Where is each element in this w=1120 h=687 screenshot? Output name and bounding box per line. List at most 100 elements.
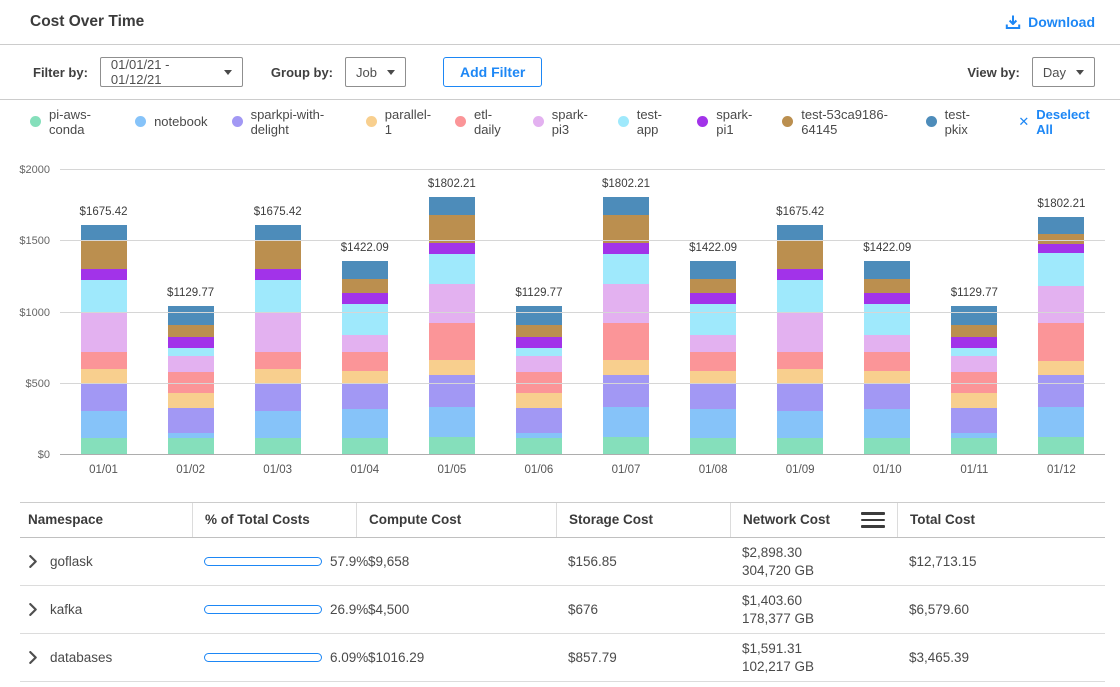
- bar-segment-etl-daily[interactable]: [864, 352, 910, 370]
- column-header-pct-total-costs[interactable]: % of Total Costs: [192, 503, 356, 537]
- column-header-network-cost[interactable]: Network Cost: [730, 503, 897, 537]
- namespace-cell[interactable]: databases: [20, 634, 192, 681]
- bar-segment-test-pkix[interactable]: [255, 225, 301, 241]
- bar-segment-spark-pi1[interactable]: [255, 269, 301, 279]
- bar-segment-etl-daily[interactable]: [342, 352, 388, 370]
- bar-segment-parallel-1[interactable]: [516, 393, 562, 407]
- bar-segment-sparkpi-with-delight[interactable]: [342, 384, 388, 409]
- bar-segment-test-pkix[interactable]: [777, 225, 823, 241]
- bar-segment-test-pkix[interactable]: [516, 306, 562, 325]
- bar-segment-spark-pi3[interactable]: [864, 335, 910, 352]
- bar-segment-spark-pi1[interactable]: [342, 293, 388, 304]
- stacked-bar-01/10[interactable]: [864, 261, 910, 455]
- bar-segment-pi-aws-conda[interactable]: [1038, 437, 1084, 455]
- bar-segment-test-app[interactable]: [777, 280, 823, 312]
- bar-segment-pi-aws-conda[interactable]: [864, 438, 910, 455]
- stacked-bar-01/11[interactable]: [951, 306, 997, 455]
- bar-segment-test-53ca9186-64145[interactable]: [864, 279, 910, 292]
- bar-segment-test-53ca9186-64145[interactable]: [255, 241, 301, 269]
- legend-item-spark-pi1[interactable]: spark-pi1: [697, 107, 758, 137]
- bar-segment-spark-pi1[interactable]: [168, 337, 214, 348]
- stacked-bar-01/01[interactable]: [81, 225, 127, 455]
- bar-segment-etl-daily[interactable]: [1038, 323, 1084, 361]
- bar-segment-pi-aws-conda[interactable]: [777, 438, 823, 455]
- bar-segment-spark-pi3[interactable]: [168, 356, 214, 372]
- column-header-compute-cost[interactable]: Compute Cost: [356, 503, 556, 537]
- stacked-bar-01/12[interactable]: [1038, 217, 1084, 455]
- add-filter-button[interactable]: Add Filter: [443, 57, 542, 87]
- bar-segment-test-53ca9186-64145[interactable]: [429, 215, 475, 243]
- bar-segment-notebook[interactable]: [777, 411, 823, 438]
- bar-segment-pi-aws-conda[interactable]: [690, 438, 736, 455]
- bar-segment-test-53ca9186-64145[interactable]: [951, 325, 997, 337]
- bar-segment-pi-aws-conda[interactable]: [81, 438, 127, 455]
- bar-segment-spark-pi1[interactable]: [951, 337, 997, 348]
- bar-segment-spark-pi1[interactable]: [1038, 244, 1084, 252]
- bar-segment-parallel-1[interactable]: [603, 360, 649, 376]
- view-by-dropdown[interactable]: Day: [1032, 57, 1095, 87]
- bar-segment-spark-pi3[interactable]: [690, 335, 736, 352]
- bar-segment-pi-aws-conda[interactable]: [603, 437, 649, 455]
- bar-segment-spark-pi3[interactable]: [342, 335, 388, 352]
- bar-segment-test-pkix[interactable]: [864, 261, 910, 279]
- column-header-storage-cost[interactable]: Storage Cost: [556, 503, 730, 537]
- bar-segment-sparkpi-with-delight[interactable]: [255, 384, 301, 411]
- bar-segment-test-app[interactable]: [603, 254, 649, 284]
- bar-segment-test-app[interactable]: [516, 348, 562, 355]
- bar-segment-spark-pi1[interactable]: [81, 269, 127, 279]
- legend-item-etl-daily[interactable]: etl-daily: [455, 107, 509, 137]
- bar-segment-pi-aws-conda[interactable]: [342, 438, 388, 455]
- bar-segment-etl-daily[interactable]: [81, 352, 127, 369]
- bar-segment-sparkpi-with-delight[interactable]: [603, 375, 649, 407]
- bar-segment-etl-daily[interactable]: [690, 352, 736, 370]
- bar-segment-test-pkix[interactable]: [81, 225, 127, 241]
- bar-segment-test-app[interactable]: [81, 280, 127, 312]
- bar-segment-sparkpi-with-delight[interactable]: [168, 408, 214, 433]
- bar-segment-notebook[interactable]: [864, 409, 910, 438]
- bar-segment-pi-aws-conda[interactable]: [168, 438, 214, 455]
- bar-segment-parallel-1[interactable]: [168, 393, 214, 407]
- bar-segment-test-pkix[interactable]: [690, 261, 736, 279]
- bar-segment-etl-daily[interactable]: [777, 352, 823, 369]
- legend-item-test-pkix[interactable]: test-pkix: [926, 107, 983, 137]
- bar-segment-spark-pi3[interactable]: [255, 312, 301, 352]
- bar-segment-test-pkix[interactable]: [429, 197, 475, 215]
- bar-segment-spark-pi3[interactable]: [603, 284, 649, 322]
- stacked-bar-01/05[interactable]: [429, 197, 475, 455]
- bar-segment-notebook[interactable]: [255, 411, 301, 438]
- bar-segment-test-app[interactable]: [429, 254, 475, 284]
- group-by-dropdown[interactable]: Job: [345, 57, 406, 87]
- bar-segment-etl-daily[interactable]: [603, 323, 649, 360]
- stacked-bar-01/09[interactable]: [777, 225, 823, 455]
- bar-segment-test-53ca9186-64145[interactable]: [516, 325, 562, 337]
- legend-item-sparkpi-with-delight[interactable]: sparkpi-with-delight: [232, 107, 342, 137]
- legend-item-spark-pi3[interactable]: spark-pi3: [533, 107, 594, 137]
- bar-segment-sparkpi-with-delight[interactable]: [864, 384, 910, 409]
- bar-segment-test-app[interactable]: [255, 280, 301, 312]
- bar-segment-sparkpi-with-delight[interactable]: [81, 384, 127, 411]
- bar-segment-etl-daily[interactable]: [255, 352, 301, 369]
- bar-segment-test-pkix[interactable]: [1038, 217, 1084, 235]
- bar-segment-test-53ca9186-64145[interactable]: [777, 241, 823, 269]
- stacked-bar-01/06[interactable]: [516, 306, 562, 455]
- namespace-cell[interactable]: goflask: [20, 538, 192, 585]
- bar-segment-spark-pi3[interactable]: [1038, 286, 1084, 323]
- bar-segment-test-pkix[interactable]: [603, 197, 649, 215]
- bar-segment-test-app[interactable]: [342, 304, 388, 335]
- bar-segment-test-app[interactable]: [690, 304, 736, 335]
- stacked-bar-01/02[interactable]: [168, 306, 214, 455]
- bar-segment-test-app[interactable]: [1038, 253, 1084, 286]
- bar-segment-parallel-1[interactable]: [429, 360, 475, 376]
- bar-segment-spark-pi1[interactable]: [516, 337, 562, 348]
- download-button[interactable]: Download: [1005, 14, 1095, 30]
- legend-item-notebook[interactable]: notebook: [135, 114, 208, 129]
- bar-segment-notebook[interactable]: [342, 409, 388, 438]
- stacked-bar-01/07[interactable]: [603, 197, 649, 455]
- bar-segment-parallel-1[interactable]: [1038, 361, 1084, 374]
- bar-segment-pi-aws-conda[interactable]: [951, 438, 997, 455]
- bar-segment-test-pkix[interactable]: [951, 306, 997, 325]
- bar-segment-test-53ca9186-64145[interactable]: [168, 325, 214, 337]
- bar-segment-spark-pi3[interactable]: [951, 356, 997, 372]
- bar-segment-sparkpi-with-delight[interactable]: [690, 384, 736, 409]
- bar-segment-spark-pi1[interactable]: [864, 293, 910, 304]
